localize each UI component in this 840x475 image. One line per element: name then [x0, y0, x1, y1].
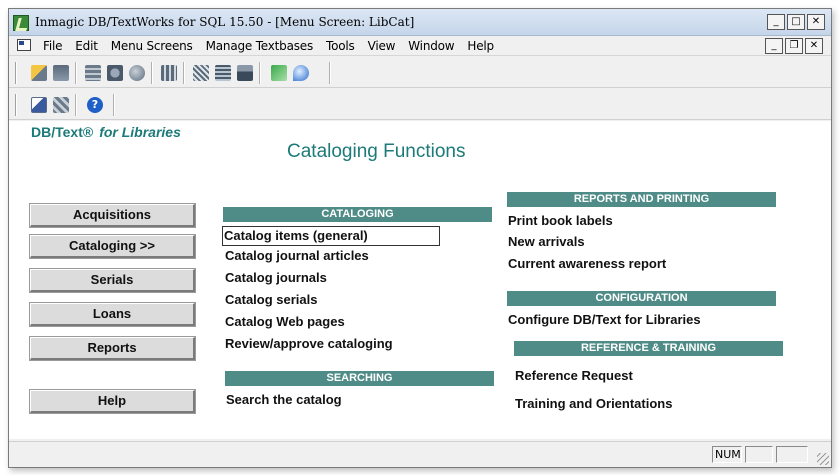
close-button[interactable]: ✕: [807, 14, 825, 30]
catalog-journal-articles-link[interactable]: Catalog journal articles: [225, 248, 369, 263]
print-icon[interactable]: [237, 65, 253, 81]
searching-header: SEARCHING: [225, 371, 494, 386]
menu-edit[interactable]: Edit: [75, 39, 98, 53]
page-title: Cataloging Functions: [287, 141, 466, 162]
menu-bar: File Edit Menu Screens Manage Textbases …: [9, 36, 831, 56]
menu-help[interactable]: Help: [467, 39, 494, 53]
menu-window[interactable]: Window: [408, 39, 454, 53]
help-icon[interactable]: ?: [87, 97, 103, 113]
app-icon[interactable]: [13, 15, 29, 31]
query-icon[interactable]: [85, 65, 101, 81]
catalog-items-link[interactable]: Catalog items (general): [222, 226, 440, 246]
menu-items: File Edit Menu Screens Manage Textbases …: [43, 39, 507, 53]
serials-button[interactable]: Serials: [30, 269, 195, 292]
toolbar-separator: [183, 62, 185, 84]
status-bar: NUM: [9, 441, 831, 467]
form-icon[interactable]: [215, 65, 231, 81]
sort-icon[interactable]: [193, 65, 209, 81]
window-title: Inmagic DB/TextWorks for SQL 15.50 - [Me…: [35, 15, 415, 29]
find-icon[interactable]: [107, 65, 123, 81]
document-window-controls: _ ❐ ✕: [765, 38, 823, 54]
toolbar-separator: [329, 62, 331, 84]
brand-logo: DB/Text® for Libraries: [31, 124, 181, 140]
brand-suffix: for Libraries: [99, 124, 181, 140]
help-button[interactable]: Help: [30, 390, 195, 413]
print-book-labels-link[interactable]: Print book labels: [508, 213, 613, 228]
doc-minimize-button[interactable]: _: [765, 38, 783, 54]
loans-button[interactable]: Loans: [30, 303, 195, 326]
toolbar-separator: [75, 62, 77, 84]
training-orientations-link[interactable]: Training and Orientations: [515, 396, 672, 411]
report-icon[interactable]: [161, 65, 177, 81]
title-bar[interactable]: Inmagic DB/TextWorks for SQL 15.50 - [Me…: [9, 9, 831, 36]
window-controls: _ □ ✕: [767, 14, 825, 30]
maximize-button[interactable]: □: [787, 14, 805, 30]
search-catalog-link[interactable]: Search the catalog: [226, 392, 342, 407]
doc-close-button[interactable]: ✕: [805, 38, 823, 54]
catalog-web-pages-link[interactable]: Catalog Web pages: [225, 314, 345, 329]
toolbar-grip[interactable]: [15, 62, 17, 84]
toolbar-separator: [75, 94, 77, 116]
menu-file[interactable]: File: [43, 39, 62, 53]
catalog-serials-link[interactable]: Catalog serials: [225, 292, 318, 307]
web-icon[interactable]: [129, 65, 145, 81]
new-arrivals-link[interactable]: New arrivals: [508, 234, 585, 249]
open-textbase-icon[interactable]: [31, 65, 47, 81]
status-cell-empty: [776, 446, 808, 463]
menu-tools[interactable]: Tools: [326, 39, 355, 53]
reports-button[interactable]: Reports: [30, 337, 195, 360]
select-icon[interactable]: [31, 97, 47, 113]
app-window: Inmagic DB/TextWorks for SQL 15.50 - [Me…: [8, 8, 832, 468]
configure-dbtext-link[interactable]: Configure DB/Text for Libraries: [508, 312, 701, 327]
doc-restore-button[interactable]: ❐: [785, 38, 803, 54]
main-toolbar: [9, 58, 831, 88]
toolbar-separator: [259, 62, 261, 84]
brand-name: DB/Text®: [31, 124, 94, 140]
status-cell-empty: [745, 446, 773, 463]
screen-icon[interactable]: [53, 97, 69, 113]
menu-manage-textbases[interactable]: Manage Textbases: [206, 39, 314, 53]
resize-grip[interactable]: [817, 453, 829, 465]
reports-printing-header: REPORTS AND PRINTING: [507, 192, 776, 207]
current-awareness-report-link[interactable]: Current awareness report: [508, 256, 666, 271]
reference-training-header: REFERENCE & TRAINING: [514, 341, 783, 356]
document-menu-icon[interactable]: [17, 39, 31, 51]
acquisitions-button[interactable]: Acquisitions: [30, 204, 195, 227]
close-textbase-icon[interactable]: [53, 65, 69, 81]
menu-menu-screens[interactable]: Menu Screens: [111, 39, 193, 53]
review-approve-cataloging-link[interactable]: Review/approve cataloging: [225, 336, 393, 351]
reference-request-link[interactable]: Reference Request: [515, 368, 633, 383]
cataloging-header: CATALOGING: [223, 207, 492, 222]
catalog-journals-link[interactable]: Catalog journals: [225, 270, 327, 285]
configuration-header: CONFIGURATION: [507, 291, 776, 306]
menu-view[interactable]: View: [368, 39, 396, 53]
toolbar-grip[interactable]: [15, 94, 17, 116]
secondary-toolbar: ?: [9, 90, 831, 120]
cataloging-button[interactable]: Cataloging >>: [30, 235, 195, 258]
toolbar-separator: [113, 94, 115, 116]
help-topic-icon[interactable]: [293, 65, 309, 81]
num-lock-indicator: NUM: [712, 446, 742, 463]
minimize-button[interactable]: _: [767, 14, 785, 30]
toolbar-separator: [151, 62, 153, 84]
menu-screen: DB/Text® for Libraries Cataloging Functio…: [9, 121, 831, 439]
export-icon[interactable]: [271, 65, 287, 81]
